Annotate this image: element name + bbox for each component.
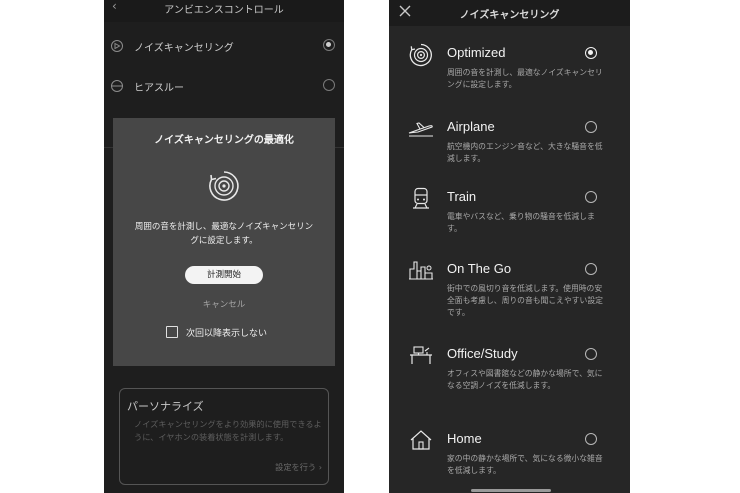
mode-item-train[interactable]: Train 電車やバスなど、乗り物の騒音を低減します。: [389, 187, 630, 265]
ambience-control-screen: ‹ アンビエンスコントロール ノイズキャンセリング ヒアスルー ノイズキャンセリ…: [104, 0, 344, 493]
header: ‹ アンビエンスコントロール: [104, 0, 344, 22]
optimize-icon: [209, 171, 239, 201]
radio-on-the-go[interactable]: [585, 263, 597, 275]
mode-item-home[interactable]: Home 家の中の静かな場所で、気になる微小な雑音を低減します。: [389, 429, 630, 493]
start-measure-button[interactable]: 計測開始: [185, 266, 263, 284]
mode-item-office-study[interactable]: Office/Study オフィスや図書館などの静かな場所で、気になる空調ノイズ…: [389, 344, 630, 422]
mode-description: 街中での風切り音を低減します。使用時の安全面も考慮し、周りの音も聞こえやすい設定…: [447, 284, 603, 317]
dont-show-label[interactable]: 次回以降表示しない: [186, 326, 267, 339]
dialog-text: 周囲の音を計測し、最適なノイズキャンセリングに設定します。: [134, 222, 314, 246]
radio-train[interactable]: [585, 191, 597, 203]
personalize-card[interactable]: パーソナライズ ノイズキャンセリングをより効果的に使用できるように、イヤホンの装…: [119, 388, 329, 485]
mode-name: Airplane: [447, 119, 495, 134]
radio-home[interactable]: [585, 433, 597, 445]
train-icon: [413, 187, 429, 209]
mode-description: 航空機内のエンジン音など、大きな騒音を低減します。: [447, 142, 603, 163]
mode-description: 周囲の音を計測し、最適なノイズキャンセリングに設定します。: [447, 68, 603, 89]
option-hear-through[interactable]: ヒアスルー: [104, 71, 344, 101]
ear-icon: [111, 80, 123, 92]
radio-optimized[interactable]: [585, 47, 597, 59]
radio-airplane[interactable]: [585, 121, 597, 133]
airplane-icon: [408, 122, 433, 137]
cancel-button[interactable]: キャンセル: [113, 298, 335, 310]
mode-item-optimized[interactable]: Optimized 周囲の音を計測し、最適なノイズキャンセリングに設定します。: [389, 43, 630, 121]
mode-name: Office/Study: [447, 346, 518, 361]
noise-cancelling-screen: ノイズキャンセリング Optimized 周囲の音を計測し、最適なノイズキャンセ…: [389, 0, 630, 493]
option-label: ヒアスルー: [134, 83, 184, 94]
mode-name: Home: [447, 431, 482, 446]
desk-icon: [410, 346, 432, 364]
home-icon: [410, 430, 432, 450]
personalize-link[interactable]: 設定を行う ›: [275, 461, 322, 473]
mode-description: 電車やバスなど、乗り物の騒音を低減します。: [447, 212, 595, 233]
option-label: ノイズキャンセリング: [134, 43, 234, 54]
optimize-dialog: ノイズキャンセリングの最適化 周囲の音を計測し、最適なノイズキャンセリングに設定…: [113, 118, 335, 366]
page-title: ノイズキャンセリング: [459, 10, 560, 21]
radio-noise-cancelling[interactable]: [323, 39, 335, 51]
page-title: アンビエンスコントロール: [164, 5, 284, 16]
mode-description: オフィスや図書館などの静かな場所で、気になる空調ノイズを低減します。: [447, 369, 603, 390]
mode-description: 家の中の静かな場所で、気になる微小な雑音を低減します。: [447, 454, 603, 475]
radio-hear-through[interactable]: [323, 79, 335, 91]
dont-show-checkbox[interactable]: [166, 326, 178, 338]
mode-name: On The Go: [447, 261, 512, 276]
optimized-icon: [409, 43, 432, 67]
personalize-text: ノイズキャンセリングをより効果的に使用できるように、イヤホンの装着状態を計測しま…: [134, 419, 322, 442]
radio-office-study[interactable]: [585, 348, 597, 360]
noise-cancel-icon: [111, 40, 123, 52]
header: ノイズキャンセリング: [389, 0, 630, 26]
home-indicator[interactable]: [471, 489, 551, 492]
option-noise-cancelling[interactable]: ノイズキャンセリング: [104, 31, 344, 61]
mode-item-airplane[interactable]: Airplane 航空機内のエンジン音など、大きな騒音を低減します。: [389, 117, 630, 195]
personalize-title: パーソナライズ: [127, 400, 204, 413]
dialog-title: ノイズキャンセリングの最適化: [154, 135, 294, 146]
mode-item-on-the-go[interactable]: On The Go 街中での風切り音を低減します。使用時の安全面も考慮し、周りの…: [389, 259, 630, 337]
mode-name: Train: [447, 189, 477, 204]
mode-name: Optimized: [447, 45, 506, 60]
city-icon: [409, 261, 433, 280]
